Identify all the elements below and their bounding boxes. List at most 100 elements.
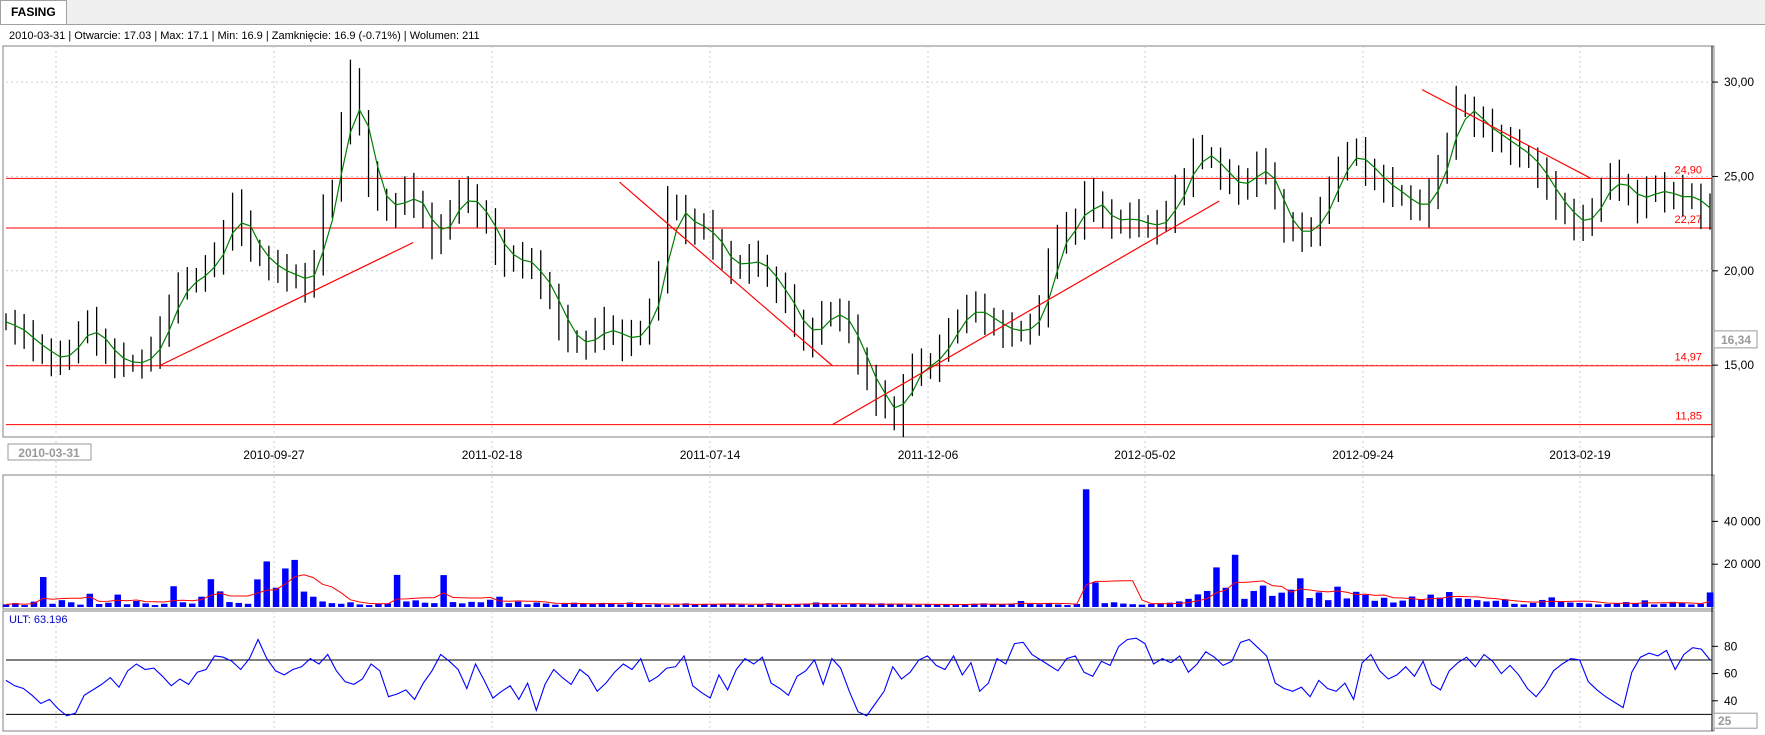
volume-bar (533, 602, 540, 607)
volume-bar (105, 602, 112, 607)
volume-bar (1641, 600, 1649, 607)
volume-bar (831, 604, 838, 607)
price-y-tick-label: 20,00 (1724, 264, 1754, 278)
volume-bar (179, 602, 187, 607)
volume-bar (1464, 598, 1472, 607)
volume-bar (1418, 599, 1425, 607)
volume-bar (375, 604, 382, 607)
volume-bar (1306, 598, 1313, 607)
volume-bar (207, 579, 215, 607)
volume-bar (1567, 602, 1574, 607)
volume-bar (310, 596, 317, 607)
volume-bar (738, 604, 745, 607)
volume-bar (1054, 604, 1062, 607)
volume-bar (1446, 592, 1453, 607)
volume-bar (1371, 600, 1379, 607)
volume-bar (337, 603, 345, 607)
volume-bar (1269, 595, 1276, 607)
volume-bar (1511, 603, 1518, 607)
volume-bar (328, 603, 336, 607)
volume-moving-average-line (5, 574, 1711, 605)
volume-bar (1324, 600, 1332, 607)
x-tick-label: 2012-09-24 (1332, 448, 1394, 462)
horizontal-level-label: 14,97 (1674, 352, 1702, 364)
volume-bar (1427, 594, 1434, 607)
volume-bar (859, 604, 866, 607)
volume-bar (161, 603, 168, 607)
volume-bar (1483, 601, 1490, 607)
volume-bar (673, 604, 680, 607)
volume-bar (1650, 604, 1658, 607)
volume-bar (1380, 597, 1388, 607)
volume-bar (142, 603, 149, 607)
volume-bar (756, 604, 764, 607)
volume-bar (1390, 602, 1397, 607)
ult-y-tick-label: 80 (1724, 639, 1738, 653)
volume-bar (365, 605, 373, 607)
volume-bar (468, 601, 475, 607)
volume-bar (952, 605, 960, 607)
volume-bar (1250, 590, 1257, 607)
volume-bar (300, 591, 308, 607)
volume-bar (1362, 594, 1369, 607)
volume-bar (1585, 603, 1593, 607)
volume-bar (1315, 592, 1323, 607)
volume-bar (1408, 596, 1416, 607)
volume-bar (850, 604, 857, 607)
volume-bar (514, 601, 522, 607)
price-y-tick-label: 30,00 (1724, 75, 1754, 89)
horizontal-level-label: 22,27 (1674, 214, 1702, 226)
volume-bar (868, 604, 876, 607)
price-y-tick-label: 25,00 (1724, 169, 1754, 183)
volume-bar (524, 604, 531, 607)
volume-bar (1660, 603, 1667, 607)
volume-bar (1213, 567, 1220, 607)
volume-bar (1064, 605, 1071, 607)
volume-bar (663, 605, 671, 607)
volume-bar (1697, 603, 1704, 607)
volume-bar (1259, 585, 1267, 607)
volume-bar (1148, 604, 1155, 607)
volume-bar (235, 602, 243, 607)
volume-bar (561, 603, 568, 607)
volume-bar (840, 604, 848, 607)
volume-bar (1529, 602, 1537, 607)
volume-bar (67, 602, 75, 607)
volume-bar (1595, 604, 1602, 607)
volume-bar (896, 604, 904, 607)
volume-bar (924, 604, 932, 607)
volume-bar (1473, 600, 1481, 607)
volume-bar (1492, 600, 1500, 607)
volume-bar (608, 603, 615, 607)
volume-bar (347, 602, 354, 607)
x-tick-label: 2011-07-14 (680, 448, 741, 462)
volume-bar (133, 601, 140, 607)
volume-bar (580, 604, 587, 607)
horizontal-level-label: 24,90 (1674, 164, 1702, 176)
volume-bar (393, 574, 401, 607)
volume-bar (21, 605, 28, 607)
chart-svg[interactable]: 2010-09-27 2011-02-18 2011-07-14 2011-12-06… (0, 0, 1765, 735)
volume-bar (1101, 603, 1108, 607)
volume-bar (505, 603, 513, 607)
volume-bar (272, 587, 280, 607)
volume-bar (1706, 592, 1714, 607)
x-tick-label: 2010-09-27 (243, 448, 305, 462)
start-date-label: 2010-03-31 (18, 446, 80, 460)
volume-bar (784, 604, 792, 607)
volume-bar (40, 577, 47, 607)
volume-y-tick-label: 20 000 (1724, 557, 1761, 571)
ult-last-label: 25 (1718, 714, 1732, 728)
volume-bar (1678, 603, 1686, 607)
volume-bar (1520, 604, 1528, 607)
trendline (832, 200, 1220, 426)
volume-bar (1455, 598, 1462, 607)
volume-bar (459, 603, 466, 607)
volume-bar (1334, 586, 1341, 607)
x-tick-label: 2011-12-06 (898, 448, 959, 462)
volume-bar (989, 604, 997, 607)
volume-bar (1036, 604, 1043, 607)
volume-bar (449, 602, 457, 607)
volume-bar (58, 600, 66, 607)
price-y-tick-label: 15,00 (1724, 358, 1754, 372)
